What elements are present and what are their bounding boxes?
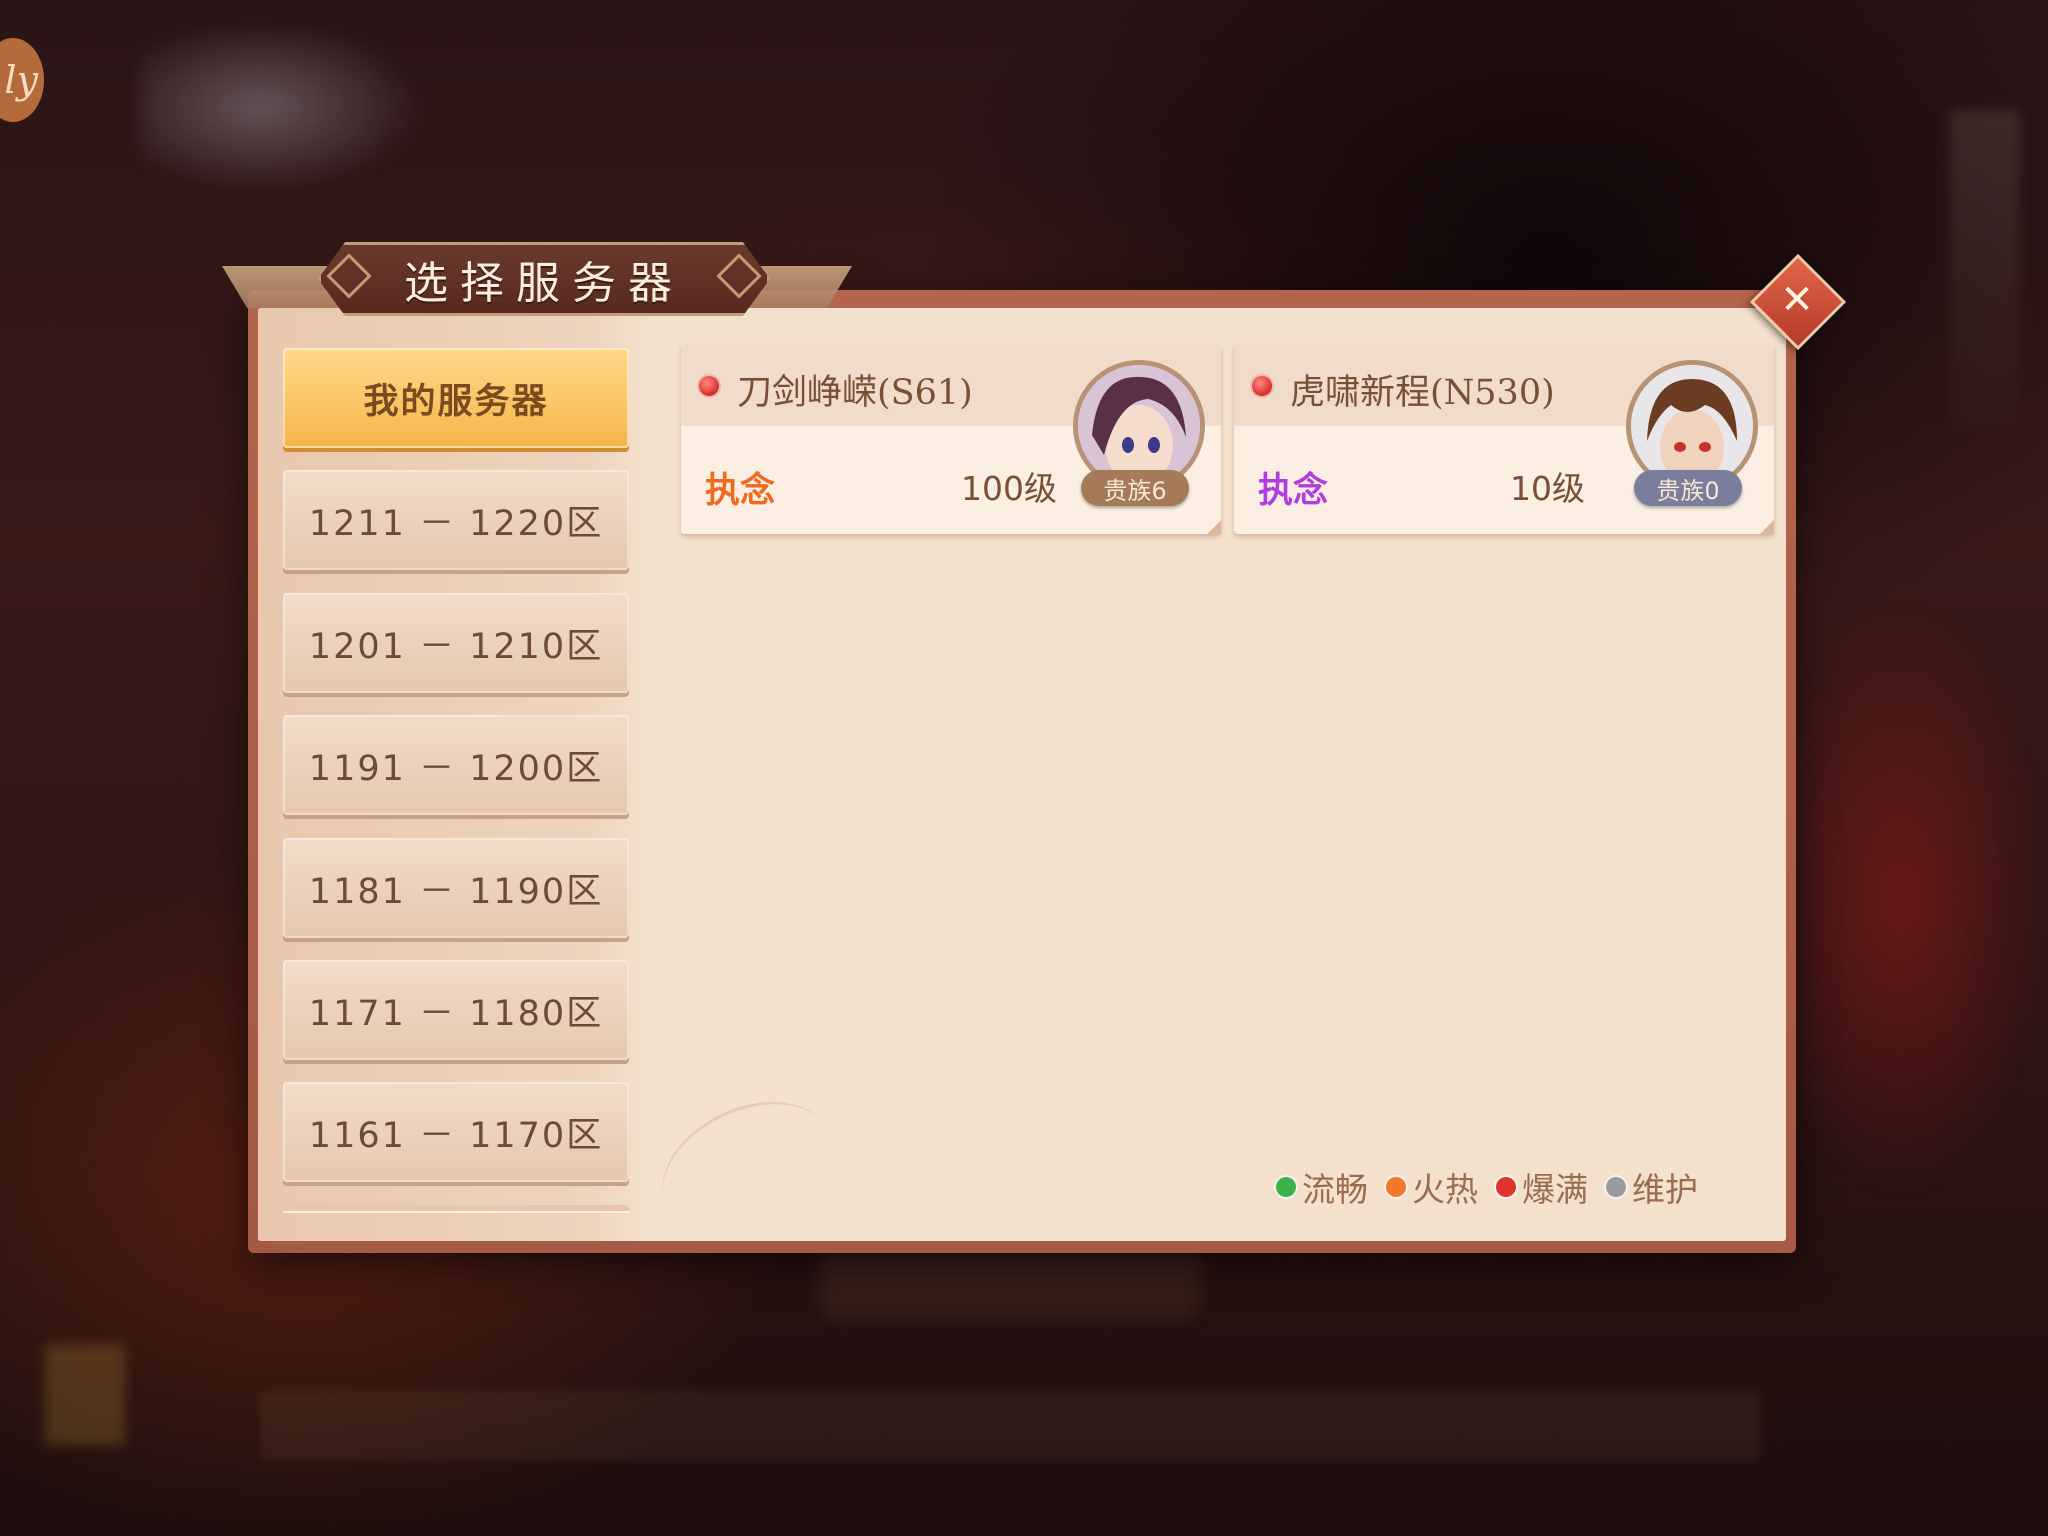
sidebar-item-partial[interactable] — [283, 1205, 629, 1213]
server-name: 刀剑峥嵘(S61) — [737, 373, 973, 413]
sidebar-item-label: 我的服务器 — [363, 381, 549, 422]
background-notice-bar — [260, 1390, 1760, 1460]
close-icon[interactable]: ✕ — [1769, 272, 1825, 328]
character-level: 10级 — [1510, 469, 1585, 508]
sidebar-item-range[interactable]: 1191 － 1200区 — [283, 715, 629, 815]
cloud-decoration — [640, 1075, 856, 1241]
status-legend: 流畅 火热 爆满 维护 — [1276, 1163, 1698, 1211]
legend-label: 火热 — [1412, 1170, 1478, 1209]
dialog-title-plaque: 选择服务器 — [318, 242, 770, 316]
sidebar-item-range[interactable]: 1171 － 1180区 — [283, 960, 629, 1060]
sidebar-item-range[interactable]: 1201 － 1210区 — [283, 593, 629, 693]
sidebar-item-label: 1171 － 1180区 — [308, 993, 604, 1034]
legend-label: 维护 — [1632, 1170, 1698, 1209]
sidebar-item-label: 1201 － 1210区 — [308, 626, 604, 667]
server-card[interactable]: 刀剑峥嵘(S61) 执念 100级 贵族6 — [681, 344, 1221, 534]
status-full-icon — [699, 376, 719, 396]
sidebar-item-range[interactable]: 1211 － 1220区 — [283, 470, 629, 570]
sidebar-item-label: 1181 － 1190区 — [308, 871, 604, 912]
sidebar-item-my-servers[interactable]: 我的服务器 — [283, 348, 629, 448]
corner-logo: ly — [0, 38, 44, 122]
server-card[interactable]: 虎啸新程(N530) 执念 10级 贵族0 — [1234, 344, 1774, 534]
dialog-title: 选择服务器 — [404, 258, 684, 309]
legend-label: 流畅 — [1302, 1170, 1368, 1209]
vip-badge: 贵族0 — [1634, 470, 1742, 506]
status-full-icon — [1252, 376, 1272, 396]
status-full-icon — [1496, 1177, 1516, 1197]
card-corner-fold — [1207, 520, 1221, 534]
character-name: 执念 — [1258, 471, 1329, 511]
background-badge — [45, 1345, 125, 1445]
sidebar-item-label: 1191 － 1200区 — [308, 748, 604, 789]
background-game-logo — [140, 30, 440, 200]
vip-badge: 贵族6 — [1081, 470, 1189, 506]
status-maintenance-icon — [1606, 1177, 1626, 1197]
card-corner-fold — [1760, 520, 1774, 534]
character-level: 100级 — [961, 469, 1057, 508]
background-side-icons — [1950, 110, 2020, 430]
sidebar-item-range[interactable]: 1181 － 1190区 — [283, 838, 629, 938]
legend-label: 爆满 — [1522, 1170, 1588, 1209]
sidebar-item-range[interactable]: 1161 － 1170区 — [283, 1082, 629, 1182]
sidebar-item-label: 1161 － 1170区 — [308, 1115, 604, 1156]
server-name: 虎啸新程(N530) — [1290, 373, 1555, 413]
status-smooth-icon — [1276, 1177, 1296, 1197]
character-name: 执念 — [705, 471, 776, 511]
sidebar-item-label: 1211 － 1220区 — [308, 503, 604, 544]
status-hot-icon — [1386, 1177, 1406, 1197]
